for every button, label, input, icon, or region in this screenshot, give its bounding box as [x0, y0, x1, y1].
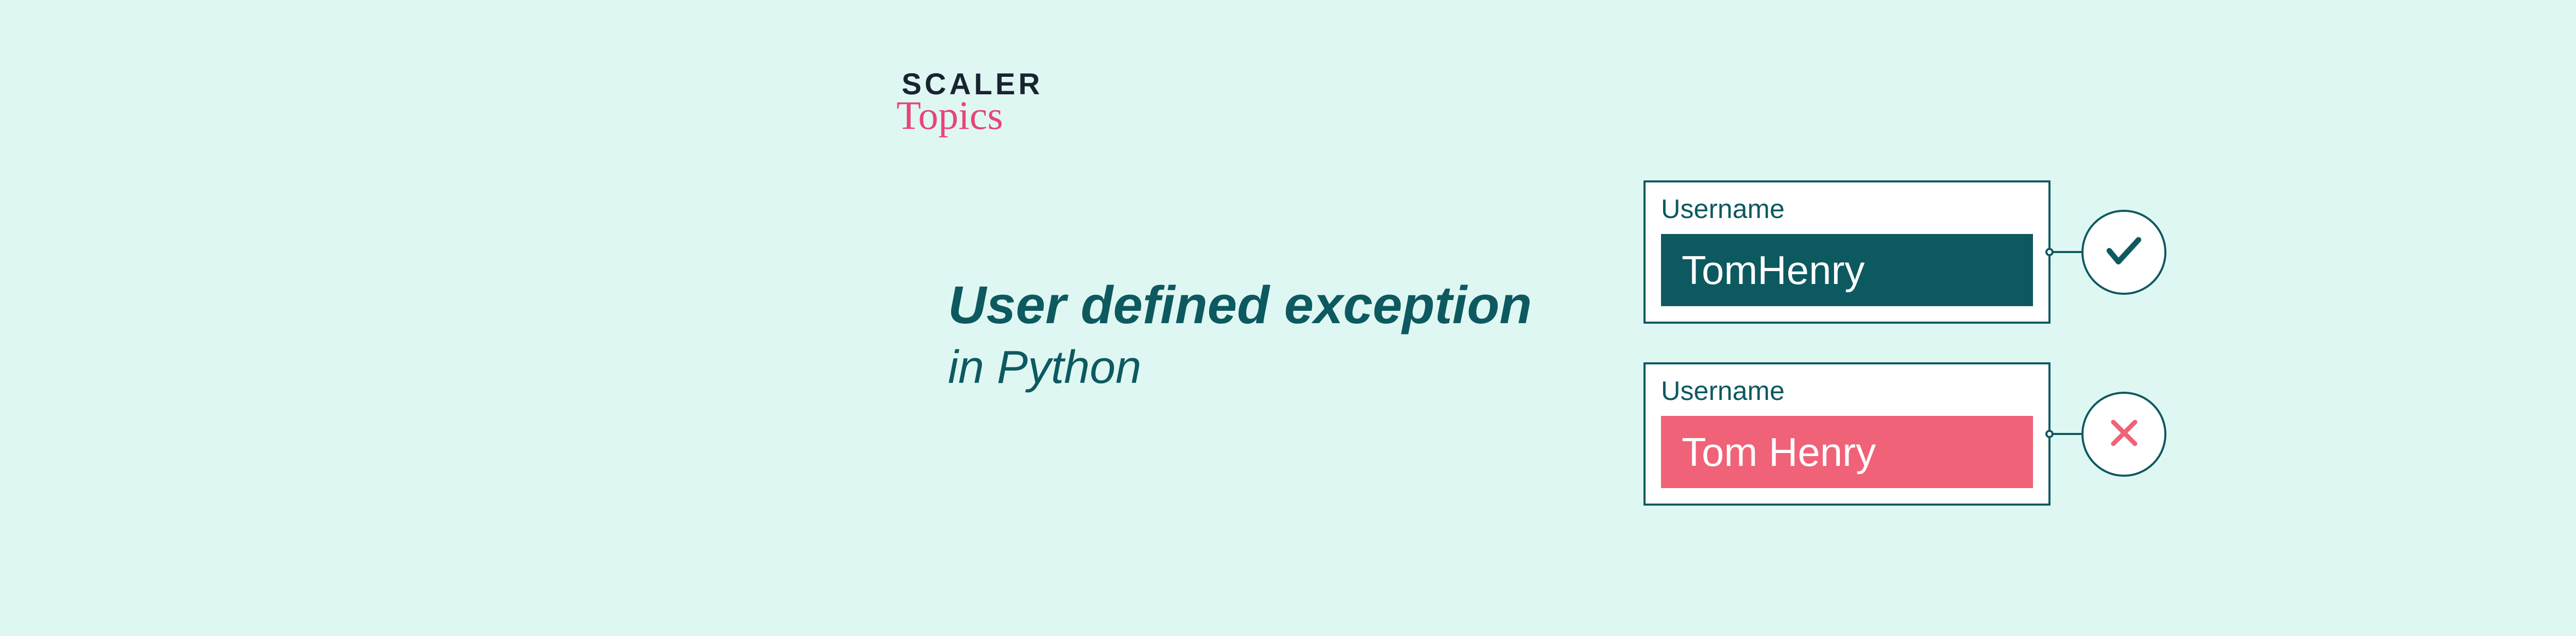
check-icon — [2102, 229, 2146, 275]
page-subtitle: in Python — [948, 341, 1532, 394]
invalid-input-text: Tom Henry — [1682, 429, 1876, 476]
invalid-example-row: Username Tom Henry — [1643, 362, 2166, 506]
invalid-card: Username Tom Henry — [1643, 362, 2050, 506]
connector-line — [2050, 433, 2081, 435]
scaler-logo: SCALER Topics — [902, 67, 1043, 139]
valid-input-box: TomHenry — [1661, 234, 2033, 306]
connector-dot — [2045, 430, 2054, 438]
valid-input-text: TomHenry — [1682, 247, 1865, 294]
invalid-input-box: Tom Henry — [1661, 416, 2033, 488]
example-cards: Username TomHenry Username Tom — [1643, 180, 2166, 544]
valid-status-circle — [2081, 210, 2166, 295]
connector-line — [2050, 251, 2081, 253]
page-heading: User defined exception in Python — [948, 273, 1532, 394]
valid-label: Username — [1661, 194, 2033, 225]
connector-dot — [2045, 248, 2054, 256]
cross-icon — [2106, 414, 2143, 454]
valid-example-row: Username TomHenry — [1643, 180, 2166, 324]
invalid-status-circle — [2081, 392, 2166, 477]
invalid-label: Username — [1661, 376, 2033, 407]
valid-card: Username TomHenry — [1643, 180, 2050, 324]
page-title: User defined exception — [948, 273, 1532, 337]
